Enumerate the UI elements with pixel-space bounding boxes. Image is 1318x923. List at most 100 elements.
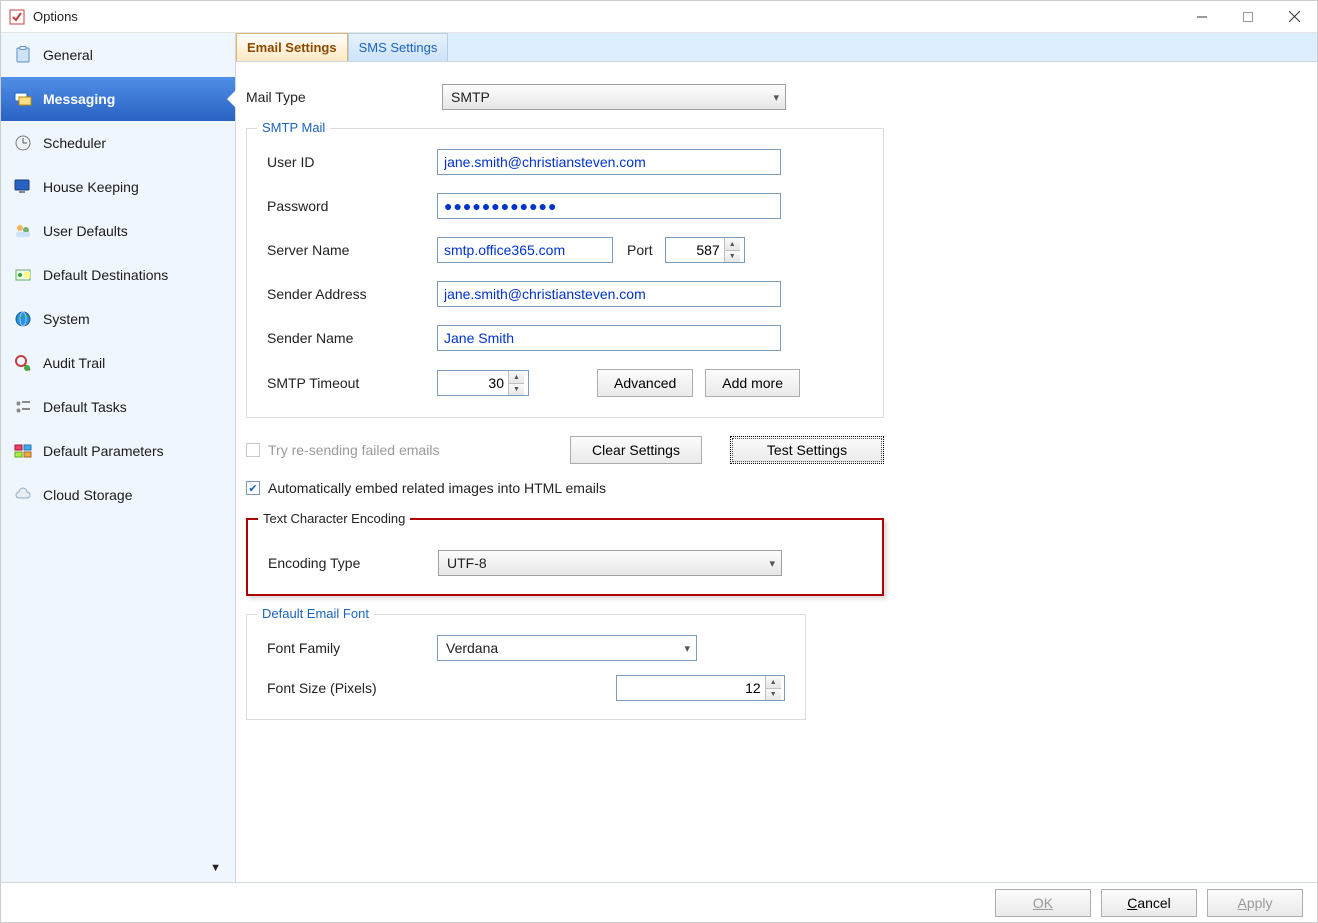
retry-checkbox bbox=[246, 443, 260, 457]
smtp-timeout-value[interactable] bbox=[438, 371, 508, 395]
chevron-down-icon: ▾ bbox=[684, 642, 690, 655]
mail-type-select[interactable]: SMTP ▾ bbox=[442, 84, 786, 110]
spin-up-icon[interactable]: ▲ bbox=[724, 238, 740, 250]
sidebar-item-label: Default Tasks bbox=[43, 399, 127, 415]
font-family-select[interactable]: Verdana ▾ bbox=[437, 635, 697, 661]
encoding-type-select[interactable]: UTF-8 ▾ bbox=[438, 550, 782, 576]
sidebar-item-system[interactable]: System bbox=[1, 297, 235, 341]
content-area: Email Settings SMS Settings Mail Type SM… bbox=[236, 33, 1317, 882]
sender-address-label: Sender Address bbox=[267, 286, 437, 302]
tab-bar: Email Settings SMS Settings bbox=[236, 33, 1317, 62]
embed-checkbox-row[interactable]: ✔ Automatically embed related images int… bbox=[246, 480, 1307, 496]
default-font-group: Default Email Font Font Family Verdana ▾… bbox=[246, 614, 806, 720]
apply-button[interactable]: Apply bbox=[1207, 889, 1303, 917]
titlebar: Options bbox=[1, 1, 1317, 33]
sidebar-item-defaulttasks[interactable]: Default Tasks bbox=[1, 385, 235, 429]
add-more-button[interactable]: Add more bbox=[705, 369, 800, 397]
sidebar-item-label: User Defaults bbox=[43, 223, 128, 239]
password-input[interactable] bbox=[437, 193, 781, 219]
mail-type-label: Mail Type bbox=[246, 89, 442, 105]
mail-type-value: SMTP bbox=[451, 89, 490, 105]
sidebar-item-label: System bbox=[43, 311, 90, 327]
chevron-down-icon: ▾ bbox=[769, 557, 775, 570]
destinations-icon bbox=[13, 265, 33, 285]
maximize-button[interactable] bbox=[1225, 1, 1271, 33]
encoding-type-value: UTF-8 bbox=[447, 555, 487, 571]
sidebar-item-label: Default Destinations bbox=[43, 267, 168, 283]
embed-label: Automatically embed related images into … bbox=[268, 480, 606, 496]
port-value[interactable] bbox=[666, 238, 724, 262]
smtp-timeout-input[interactable]: ▲▼ bbox=[437, 370, 529, 396]
sidebar-item-cloudstorage[interactable]: Cloud Storage bbox=[1, 473, 235, 517]
sidebar-item-general[interactable]: General bbox=[1, 33, 235, 77]
users-icon bbox=[13, 221, 33, 241]
monitor-icon bbox=[13, 177, 33, 197]
cloud-icon bbox=[13, 485, 33, 505]
dialog-footer: OK Cancel Apply bbox=[1, 882, 1317, 922]
smtp-timeout-label: SMTP Timeout bbox=[267, 375, 437, 391]
sidebar-item-label: General bbox=[43, 47, 93, 63]
retry-checkbox-row: Try re-sending failed emails bbox=[246, 442, 570, 458]
sidebar-item-label: Scheduler bbox=[43, 135, 106, 151]
spin-down-icon[interactable]: ▼ bbox=[508, 383, 524, 395]
sidebar-item-messaging[interactable]: Messaging bbox=[1, 77, 235, 121]
spin-up-icon[interactable]: ▲ bbox=[765, 676, 781, 688]
server-name-input[interactable] bbox=[437, 237, 613, 263]
window-title: Options bbox=[33, 9, 78, 24]
sidebar-item-audittrail[interactable]: Audit Trail bbox=[1, 341, 235, 385]
sidebar-item-housekeeping[interactable]: House Keeping bbox=[1, 165, 235, 209]
font-legend: Default Email Font bbox=[257, 606, 374, 621]
font-size-input[interactable]: ▲▼ bbox=[616, 675, 785, 701]
spin-down-icon[interactable]: ▼ bbox=[765, 688, 781, 700]
parameters-icon bbox=[13, 441, 33, 461]
test-settings-button[interactable]: Test Settings bbox=[730, 436, 884, 464]
clipboard-icon bbox=[13, 45, 33, 65]
encoding-legend: Text Character Encoding bbox=[258, 511, 410, 526]
password-label: Password bbox=[267, 198, 437, 214]
tasks-icon bbox=[13, 397, 33, 417]
app-icon bbox=[9, 9, 25, 25]
user-id-input[interactable] bbox=[437, 149, 781, 175]
sidebar-item-defaultdestinations[interactable]: Default Destinations bbox=[1, 253, 235, 297]
sidebar-item-label: Default Parameters bbox=[43, 443, 164, 459]
sidebar-item-scheduler[interactable]: Scheduler bbox=[1, 121, 235, 165]
sidebar-item-label: House Keeping bbox=[43, 179, 139, 195]
sidebar: General Messaging Scheduler House Keepin… bbox=[1, 33, 236, 882]
minimize-button[interactable] bbox=[1179, 1, 1225, 33]
sidebar-item-userdefaults[interactable]: User Defaults bbox=[1, 209, 235, 253]
sidebar-item-label: Messaging bbox=[43, 91, 115, 107]
user-id-label: User ID bbox=[267, 154, 437, 170]
cancel-button[interactable]: Cancel bbox=[1101, 889, 1197, 917]
sender-name-label: Sender Name bbox=[267, 330, 437, 346]
tab-sms-settings[interactable]: SMS Settings bbox=[348, 33, 449, 61]
font-family-label: Font Family bbox=[267, 640, 437, 656]
clock-icon bbox=[13, 133, 33, 153]
sidebar-item-label: Audit Trail bbox=[43, 355, 105, 371]
sidebar-expander[interactable]: ▼ bbox=[210, 862, 221, 874]
advanced-button[interactable]: Advanced bbox=[597, 369, 693, 397]
sidebar-item-defaultparameters[interactable]: Default Parameters bbox=[1, 429, 235, 473]
close-button[interactable] bbox=[1271, 1, 1317, 33]
globe-icon bbox=[13, 309, 33, 329]
font-size-label: Font Size (Pixels) bbox=[267, 680, 616, 696]
font-family-value: Verdana bbox=[446, 640, 498, 656]
ok-button[interactable]: OK bbox=[995, 889, 1091, 917]
audit-icon bbox=[13, 353, 33, 373]
spin-up-icon[interactable]: ▲ bbox=[508, 371, 524, 383]
smtp-mail-group: SMTP Mail User ID Password Server Name P… bbox=[246, 128, 884, 418]
embed-checkbox[interactable]: ✔ bbox=[246, 481, 260, 495]
font-size-value[interactable] bbox=[617, 676, 765, 700]
spin-down-icon[interactable]: ▼ bbox=[724, 250, 740, 262]
port-label: Port bbox=[627, 242, 653, 258]
sender-name-input[interactable] bbox=[437, 325, 781, 351]
chevron-down-icon: ▾ bbox=[773, 91, 779, 104]
tab-email-settings[interactable]: Email Settings bbox=[236, 33, 348, 61]
clear-settings-button[interactable]: Clear Settings bbox=[570, 436, 702, 464]
sender-address-input[interactable] bbox=[437, 281, 781, 307]
sidebar-item-label: Cloud Storage bbox=[43, 487, 133, 503]
messaging-icon bbox=[13, 89, 33, 109]
smtp-legend: SMTP Mail bbox=[257, 120, 330, 135]
server-name-label: Server Name bbox=[267, 242, 437, 258]
text-encoding-group: Text Character Encoding Encoding Type UT… bbox=[246, 518, 884, 596]
port-input[interactable]: ▲▼ bbox=[665, 237, 745, 263]
